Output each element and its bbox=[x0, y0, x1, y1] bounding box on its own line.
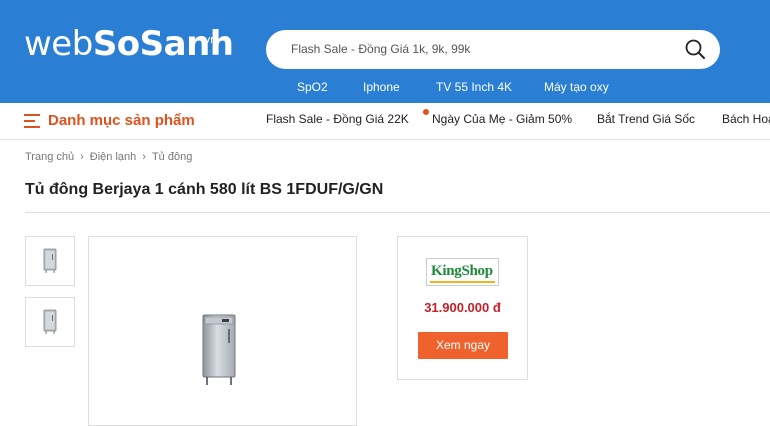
quick-link-tv[interactable]: TV 55 Inch 4K bbox=[436, 80, 512, 94]
quick-link-spo2[interactable]: SpO2 bbox=[297, 80, 328, 94]
top-header: webSoSanh vn Flash Sale - Đồng Giá 1k, 9… bbox=[0, 0, 770, 103]
new-badge-dot bbox=[423, 109, 429, 115]
product-thumbnail-2[interactable] bbox=[25, 297, 75, 347]
chevron-right-icon: › bbox=[142, 151, 146, 163]
quick-link-iphone[interactable]: Iphone bbox=[363, 80, 400, 94]
breadcrumb: Trang chủ › Điện lạnh › Tủ đông bbox=[25, 151, 192, 163]
chevron-right-icon: › bbox=[80, 151, 84, 163]
site-logo[interactable]: webSoSanh vn bbox=[24, 24, 234, 64]
shop-logo[interactable]: KingShop bbox=[426, 258, 499, 286]
hamburger-menu-icon[interactable] bbox=[24, 113, 42, 129]
product-main-image[interactable] bbox=[88, 236, 357, 426]
nav-link-mothers-day[interactable]: Ngày Của Mẹ - Giảm 50% bbox=[432, 112, 572, 126]
product-thumbnail-1[interactable] bbox=[25, 236, 75, 286]
search-icon[interactable] bbox=[684, 38, 706, 60]
page-title: Tủ đông Berjaya 1 cánh 580 lít BS 1FDUF/… bbox=[25, 181, 384, 198]
breadcrumb-tu-dong[interactable]: Tủ đông bbox=[152, 151, 192, 163]
freezer-thumbnail-image bbox=[43, 309, 57, 334]
offer-card: KingShop 31.900.000 đ Xem ngay bbox=[397, 236, 528, 380]
shop-name: KingShop bbox=[431, 263, 493, 279]
logo-part-web: web bbox=[24, 24, 93, 64]
view-now-button[interactable]: Xem ngay bbox=[418, 332, 508, 359]
logo-suffix: vn bbox=[204, 33, 217, 46]
search-placeholder: Flash Sale - Đồng Giá 1k, 9k, 99k bbox=[291, 42, 471, 56]
freezer-product-image bbox=[202, 314, 236, 385]
offer-price: 31.900.000 đ bbox=[424, 300, 501, 315]
breadcrumb-home[interactable]: Trang chủ bbox=[25, 151, 74, 163]
nav-link-bach-hoa[interactable]: Bách Hoá bbox=[722, 112, 770, 126]
search-input[interactable]: Flash Sale - Đồng Giá 1k, 9k, 99k bbox=[266, 30, 720, 69]
category-menu-button[interactable]: Danh mục sản phẩm bbox=[48, 112, 195, 129]
nav-link-flash-sale[interactable]: Flash Sale - Đồng Giá 22K bbox=[266, 112, 409, 126]
freezer-thumbnail-image bbox=[43, 248, 57, 273]
breadcrumb-dien-lanh[interactable]: Điện lạnh bbox=[90, 151, 136, 163]
nav-link-trend[interactable]: Bắt Trend Giá Sốc bbox=[597, 112, 695, 126]
divider bbox=[25, 212, 770, 213]
category-nav: Danh mục sản phẩm Flash Sale - Đồng Giá … bbox=[0, 103, 770, 140]
logo-underline bbox=[430, 281, 495, 283]
quick-link-oxy[interactable]: Máy tạo oxy bbox=[544, 80, 609, 94]
